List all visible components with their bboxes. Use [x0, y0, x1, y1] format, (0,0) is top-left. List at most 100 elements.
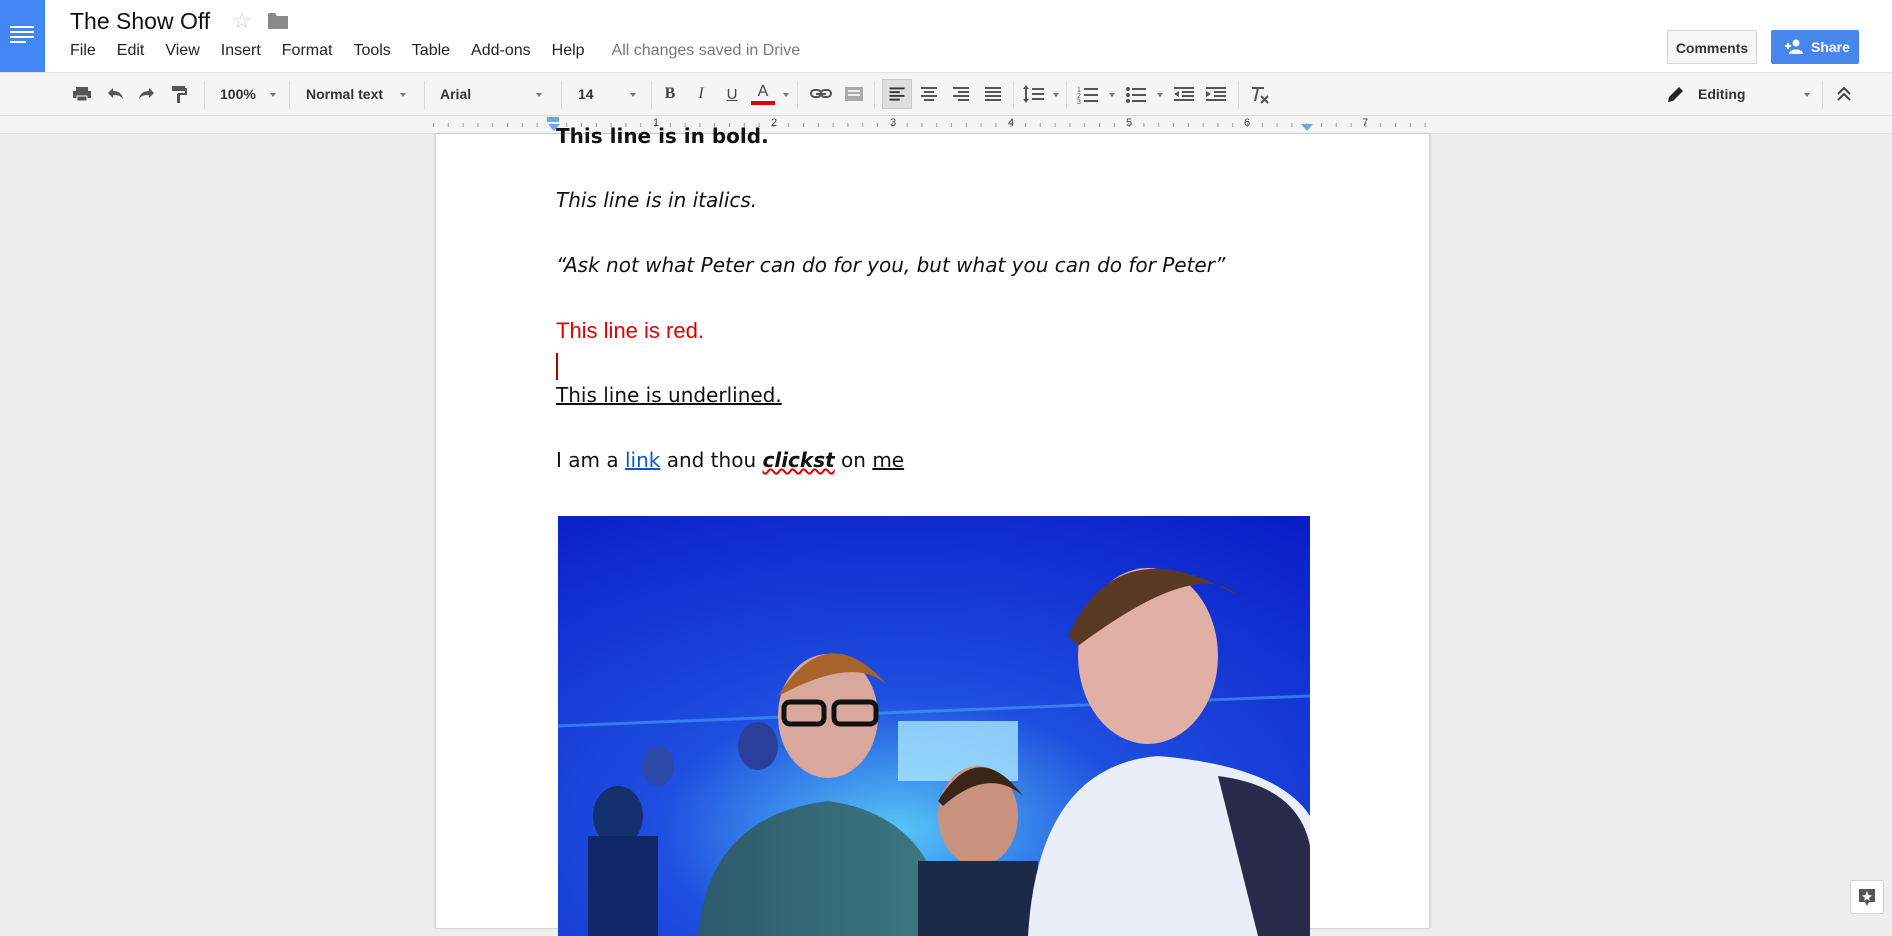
redo-icon[interactable]	[135, 79, 159, 109]
ruler-tick	[936, 123, 938, 127]
ruler-tick	[1099, 123, 1100, 127]
ruler-tick	[1217, 123, 1219, 127]
link-line: I am a link and thou clickst on me	[556, 448, 904, 472]
ruler-tick	[995, 123, 997, 127]
ruler-tick	[1409, 123, 1411, 127]
person-add-icon	[1785, 39, 1803, 54]
font-size-dropdown[interactable]: 14	[578, 79, 594, 109]
ruler-tick	[877, 123, 878, 127]
star-icon[interactable]: ☆	[232, 8, 252, 34]
menu-table[interactable]: Table	[412, 42, 450, 60]
ruler-tick	[862, 123, 864, 127]
ruler-tick	[1424, 123, 1426, 127]
ruler-tick	[1395, 123, 1396, 127]
ruler-tick	[462, 123, 464, 127]
align-left-icon[interactable]	[882, 79, 912, 109]
ruler[interactable]: 1 2 3 4 5 6 7	[0, 116, 1892, 134]
folder-icon[interactable]	[268, 12, 288, 29]
document-page[interactable]: This line is in bold. This line is in it…	[435, 124, 1430, 936]
text-color-caret-icon	[783, 93, 789, 97]
font-dropdown[interactable]: Arial	[440, 79, 471, 109]
menu-edit[interactable]: Edit	[117, 42, 145, 60]
menu-bar: File Edit View Insert Format Tools Table…	[70, 42, 800, 60]
explore-button[interactable]	[1850, 880, 1884, 914]
align-justify-icon[interactable]	[978, 79, 1008, 109]
underline-button[interactable]: U	[721, 79, 743, 109]
style-dropdown[interactable]: Normal text	[306, 79, 383, 109]
font-size-value: 14	[578, 86, 594, 102]
ruler-tick	[477, 123, 479, 127]
collapse-menus-icon[interactable]	[1832, 79, 1856, 109]
paint-format-icon[interactable]	[167, 79, 191, 109]
editing-mode-value: Editing	[1698, 86, 1746, 102]
numbered-list-icon[interactable]: 1 2 3	[1076, 79, 1102, 109]
docs-home-icon[interactable]	[0, 0, 45, 72]
ruler-tick	[1187, 123, 1189, 127]
right-indent-marker[interactable]	[1301, 124, 1313, 131]
ruler-tick	[521, 123, 523, 127]
undo-icon[interactable]	[103, 79, 127, 109]
document-title[interactable]: The Show Off	[70, 8, 210, 35]
menu-file[interactable]: File	[70, 42, 96, 60]
menu-help[interactable]: Help	[552, 42, 585, 60]
ruler-number: 7	[1362, 117, 1369, 129]
quote-line: “Ask not what Peter can do for you, but …	[556, 253, 1226, 277]
line-spacing-icon[interactable]	[1022, 79, 1048, 109]
italic-button[interactable]: I	[690, 79, 712, 109]
ruler-tick	[832, 123, 834, 127]
menu-format[interactable]: Format	[282, 42, 333, 60]
ruler-tick	[980, 123, 982, 127]
bulleted-list-icon[interactable]	[1124, 79, 1150, 109]
hyperlink[interactable]: link	[625, 448, 660, 472]
font-caret-icon	[536, 93, 542, 97]
text-cursor	[556, 353, 558, 380]
menu-view[interactable]: View	[165, 42, 199, 60]
save-status[interactable]: All changes saved in Drive	[612, 42, 801, 60]
misspelled-word[interactable]: clickst	[762, 448, 834, 472]
ruler-number: 2	[771, 117, 778, 129]
decrease-indent-icon[interactable]	[1171, 79, 1197, 109]
underlined-word: me	[872, 448, 905, 472]
increase-indent-icon[interactable]	[1203, 79, 1229, 109]
bold-button[interactable]: B	[659, 79, 681, 109]
ruler-number: 3	[890, 117, 897, 129]
ruler-number: 4	[1008, 117, 1015, 129]
text-color-button[interactable]: A	[751, 79, 775, 109]
link-line-prefix: I am a	[556, 448, 625, 472]
align-right-icon[interactable]	[946, 79, 976, 109]
first-line-indent-marker[interactable]	[547, 117, 559, 122]
clear-formatting-icon[interactable]	[1247, 79, 1273, 109]
link-icon[interactable]	[808, 79, 834, 109]
ruler-tick	[921, 123, 923, 127]
line-spacing-caret-icon	[1053, 93, 1059, 97]
menu-insert[interactable]: Insert	[221, 42, 261, 60]
menu-tools[interactable]: Tools	[353, 42, 390, 60]
ruler-tick	[803, 123, 804, 127]
header: The Show Off ☆ File Edit View Insert For…	[0, 0, 1892, 72]
ruler-tick	[951, 123, 952, 127]
zoom-caret-icon	[270, 93, 276, 97]
ruler-tick	[788, 123, 790, 127]
menu-addons[interactable]: Add-ons	[471, 42, 531, 60]
underlined-line: This line is underlined.	[556, 383, 782, 407]
pencil-icon	[1668, 87, 1683, 102]
ruler-tick	[1054, 123, 1056, 127]
bold-line: This line is in bold.	[556, 124, 769, 148]
share-button[interactable]: Share	[1771, 30, 1859, 64]
print-icon[interactable]	[70, 79, 94, 109]
ruler-tick	[492, 123, 494, 127]
editing-mode-dropdown[interactable]: Editing	[1698, 79, 1745, 109]
ruler-tick	[906, 123, 908, 127]
ruler-tick	[1350, 123, 1352, 127]
ruler-number: 5	[1126, 117, 1133, 129]
align-center-icon[interactable]	[914, 79, 944, 109]
ruler-tick	[1232, 123, 1234, 127]
zoom-dropdown[interactable]: 100%	[220, 79, 256, 109]
document-photo[interactable]	[558, 516, 1310, 936]
ruler-tick	[1039, 123, 1041, 127]
ruler-tick	[1261, 123, 1263, 127]
comments-button[interactable]: Comments	[1667, 30, 1757, 64]
size-caret-icon	[630, 93, 636, 97]
style-caret-icon	[400, 93, 406, 97]
comment-icon[interactable]	[842, 79, 866, 109]
